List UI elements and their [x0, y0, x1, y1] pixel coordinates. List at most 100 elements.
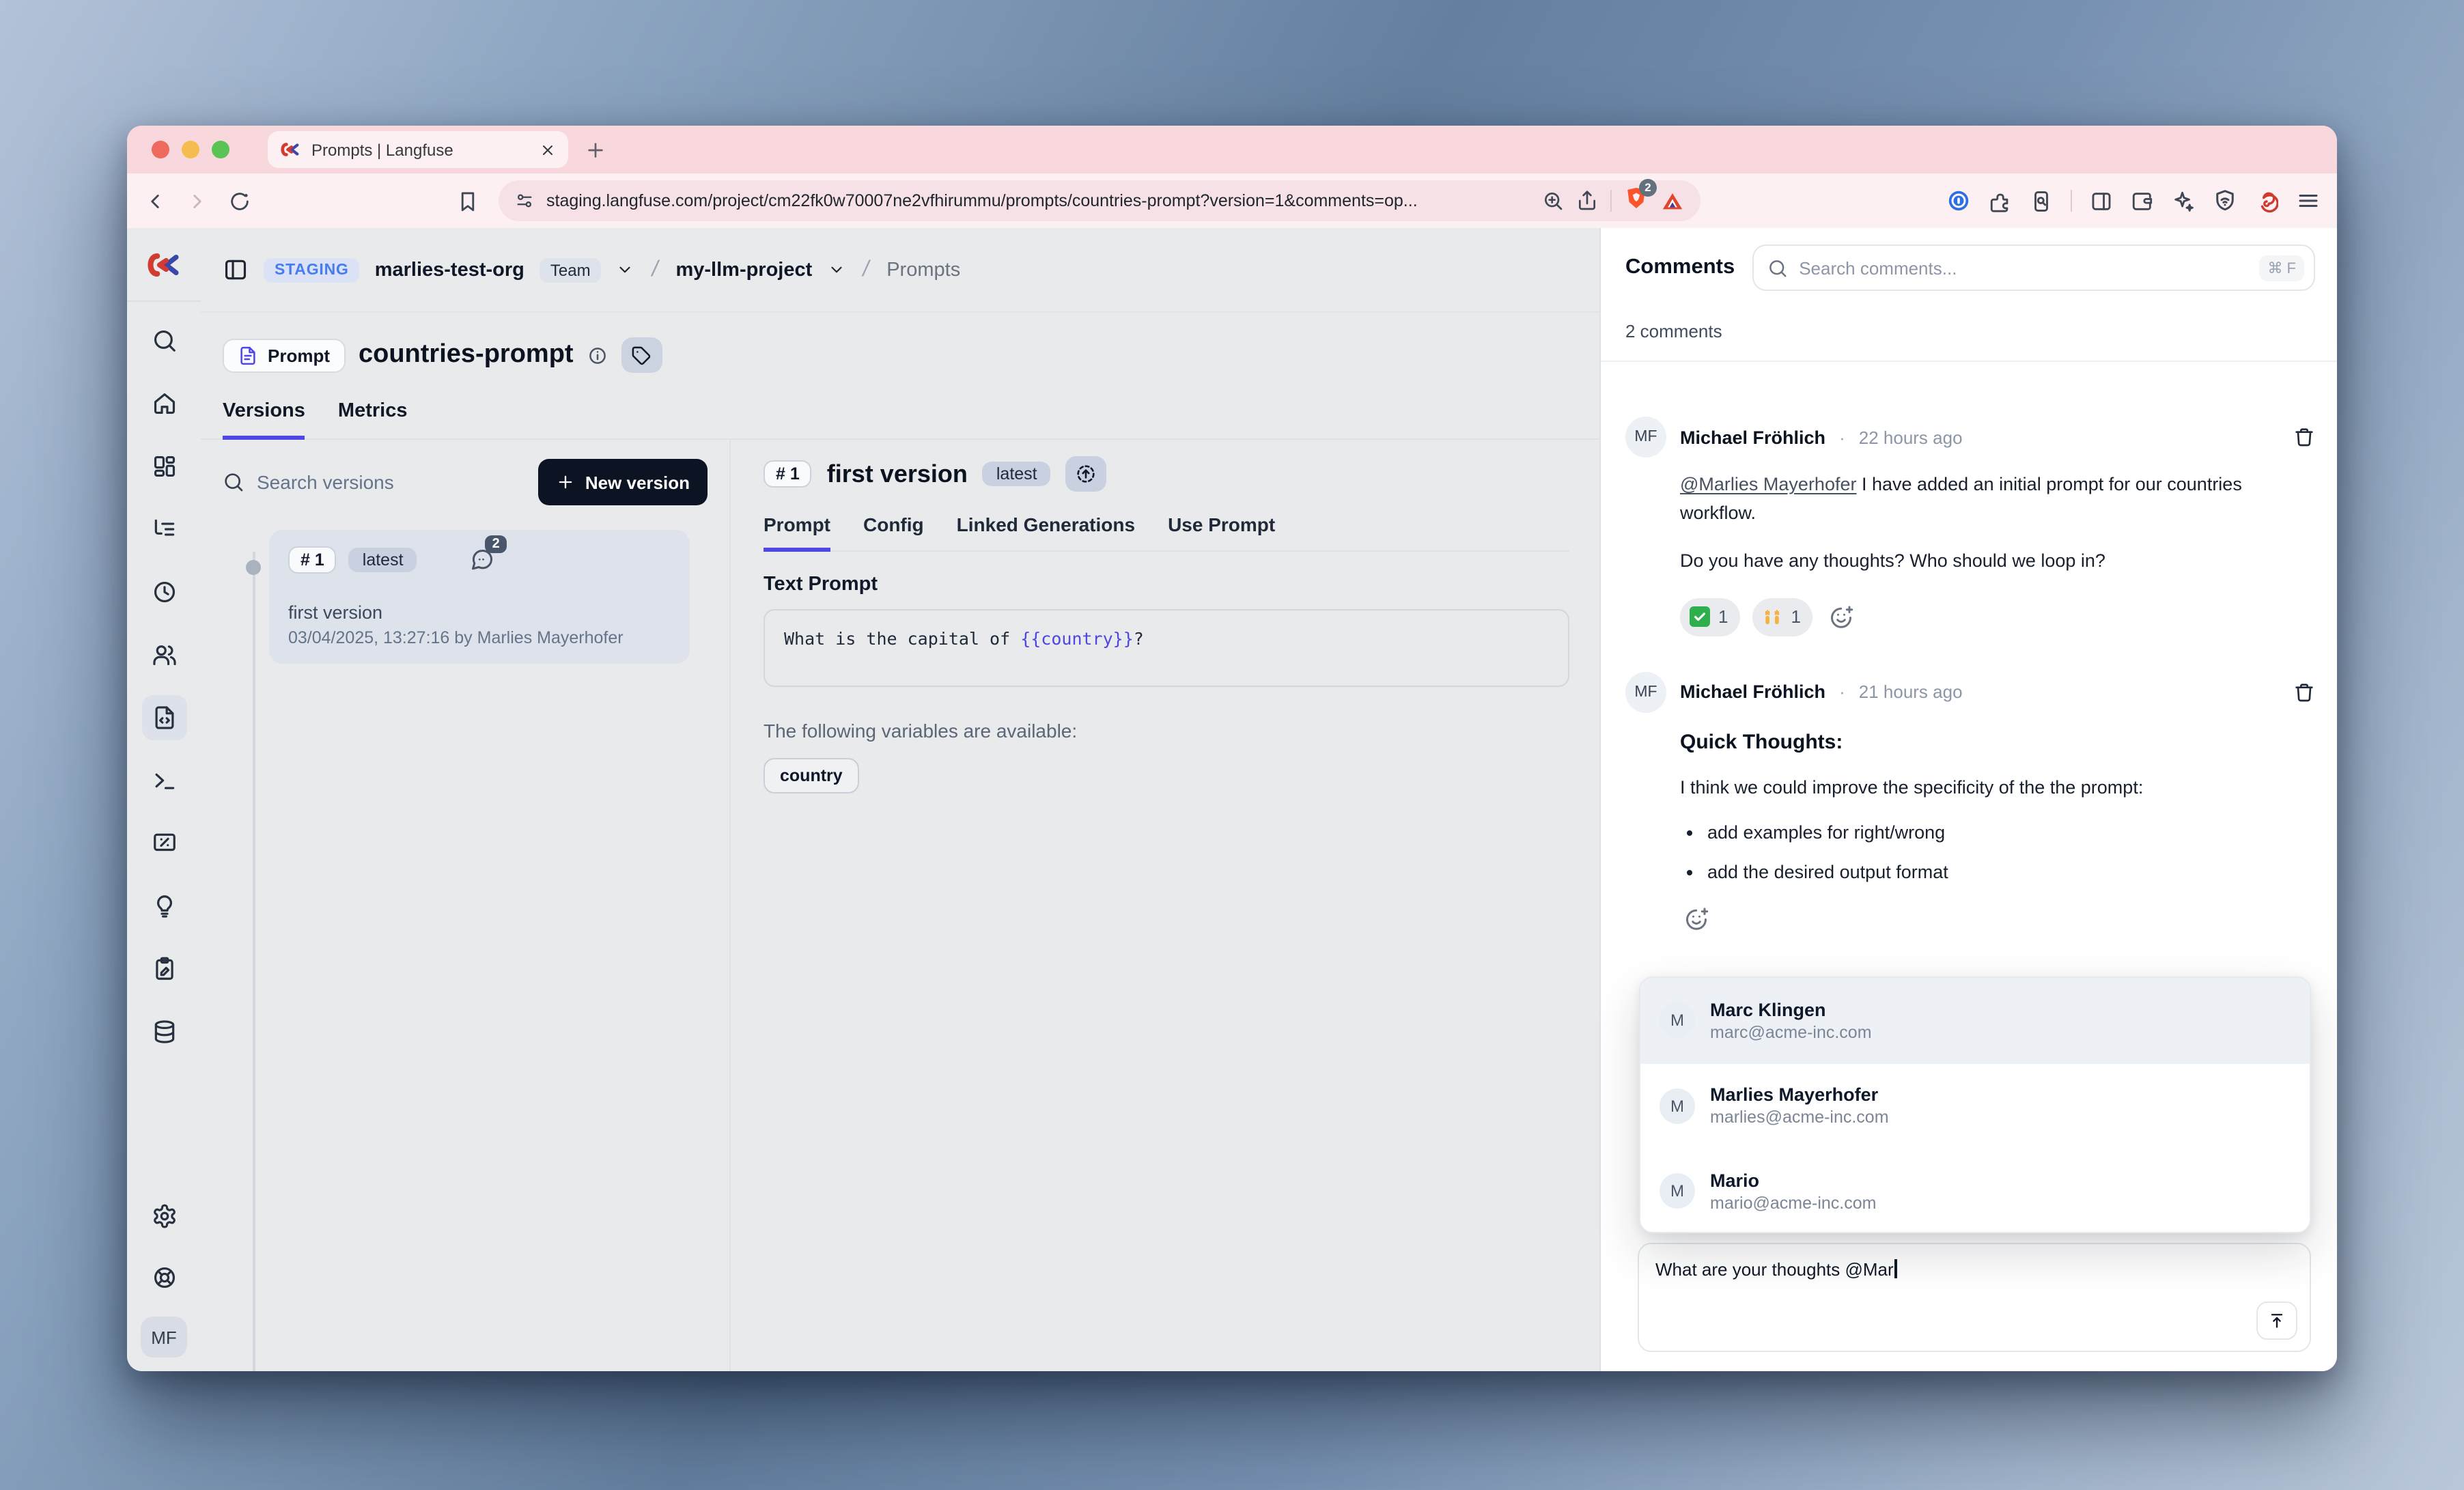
sidebar-item-support[interactable] — [141, 1255, 186, 1300]
sidebar-item-search[interactable] — [141, 318, 186, 363]
langfuse-logo[interactable] — [146, 228, 182, 300]
sidebar-item-tracing[interactable] — [141, 507, 186, 552]
mention-link[interactable]: @Marlies Mayerhofer — [1680, 474, 1857, 494]
search-icon — [223, 471, 244, 493]
prompt-text-suffix: ? — [1134, 628, 1144, 649]
detail-tabs: Prompt Config Linked Generations Use Pro… — [764, 514, 1569, 552]
tab-metrics[interactable]: Metrics — [338, 400, 408, 440]
reactions-row: 1 1 — [1680, 598, 2315, 636]
close-tab-icon[interactable] — [540, 141, 556, 158]
sidebar-item-datasets[interactable] — [141, 1009, 186, 1054]
prompt-text: What is the capital of — [784, 628, 1020, 649]
back-button[interactable] — [143, 189, 167, 212]
mention-option[interactable]: M Mario mario@acme-inc.com — [1640, 1149, 2310, 1233]
dashboard-icon — [151, 453, 177, 479]
close-window-button[interactable] — [152, 141, 169, 158]
leo-sparkles-icon[interactable] — [2172, 189, 2195, 212]
extensions-puzzle-icon[interactable] — [1989, 189, 2012, 212]
share-icon[interactable] — [1576, 190, 1598, 212]
reload-button[interactable] — [228, 189, 251, 212]
sidebar-item-settings[interactable] — [141, 1194, 186, 1239]
sidebar-item-annotation[interactable] — [141, 946, 186, 992]
reaction-raised-hands[interactable]: 1 — [1752, 598, 1812, 636]
tab-linked-generations[interactable]: Linked Generations — [957, 514, 1135, 552]
lightbulb-icon — [151, 893, 177, 919]
lifebuoy-icon — [151, 1265, 177, 1291]
browser-tab[interactable]: Prompts | Langfuse — [268, 131, 568, 168]
tab-versions[interactable]: Versions — [223, 400, 305, 440]
prompts-file-code-icon — [151, 705, 177, 731]
vpn-shield-icon[interactable] — [2213, 188, 2237, 213]
sidebar-item-home[interactable] — [141, 381, 186, 426]
tab-title: Prompts | Langfuse — [311, 140, 529, 159]
site-settings-icon[interactable] — [515, 191, 534, 210]
version-comments-indicator[interactable]: 2 — [471, 548, 495, 572]
chevron-down-icon[interactable] — [617, 261, 634, 279]
tab-prompt[interactable]: Prompt — [764, 514, 830, 552]
comment-input[interactable]: What are your thoughts @Mar — [1638, 1243, 2311, 1352]
sidebar-item-prompts[interactable] — [141, 695, 186, 740]
breadcrumb-section: Prompts — [886, 259, 960, 281]
mention-option[interactable]: M Marc Klingen marc@acme-inc.com — [1640, 978, 2310, 1063]
new-version-button[interactable]: New version — [539, 459, 708, 505]
new-tab-button[interactable] — [585, 139, 606, 160]
panel-toggle-icon[interactable] — [223, 257, 249, 283]
mention-name: Mario — [1710, 1170, 1877, 1191]
search-versions-input[interactable]: Search versions — [223, 471, 525, 493]
version-meta: 03/04/2025, 13:27:16 by Marlies Mayerhof… — [288, 628, 671, 647]
comment-time: 21 hours ago — [1859, 682, 1963, 703]
tag-button[interactable] — [621, 337, 662, 373]
recorder-swirl-icon[interactable] — [2255, 189, 2278, 212]
add-reaction-icon[interactable] — [1830, 605, 1854, 630]
sidebar-panel-icon[interactable] — [2090, 189, 2113, 212]
bookmark-icon[interactable] — [456, 189, 479, 212]
promote-version-button[interactable] — [1066, 456, 1107, 492]
minimize-window-button[interactable] — [182, 141, 199, 158]
delete-comment-icon[interactable] — [2293, 681, 2315, 703]
maximize-window-button[interactable] — [212, 141, 229, 158]
submit-comment-button[interactable] — [2256, 1302, 2297, 1340]
users-icon — [151, 642, 177, 668]
arrow-up-to-line-icon — [2267, 1311, 2286, 1330]
sidebar-item-users[interactable] — [141, 632, 186, 677]
extension-icons — [1946, 188, 2321, 213]
info-icon[interactable] — [587, 345, 608, 365]
version-name: first version — [288, 602, 671, 623]
breadcrumb-org[interactable]: marlies-test-org — [375, 259, 524, 281]
sidebar-item-dashboards[interactable] — [141, 444, 186, 489]
prompt-title-row: Prompt countries-prompt — [201, 313, 1599, 373]
tab-config[interactable]: Config — [863, 514, 924, 552]
database-icon — [151, 1019, 177, 1045]
sidebar-item-scores[interactable] — [141, 821, 186, 866]
avatar: MF — [1625, 417, 1666, 458]
breadcrumb-project[interactable]: my-llm-project — [675, 259, 812, 281]
brave-shield-icon[interactable]: 2 — [1624, 185, 1649, 216]
sidebar-item-sessions[interactable] — [141, 570, 186, 615]
sidebar-item-evaluation[interactable] — [141, 884, 186, 929]
new-version-label: New version — [585, 472, 690, 492]
sidebar-item-playground[interactable] — [141, 758, 186, 803]
forward-button[interactable] — [186, 189, 209, 212]
chevron-down-icon[interactable] — [827, 261, 845, 279]
wallet-icon[interactable] — [2131, 189, 2154, 212]
version-card[interactable]: # 1 latest 2 first version 03/04/2025, 1… — [269, 530, 690, 664]
url-bar[interactable]: staging.langfuse.com/project/cm22fk0w700… — [499, 180, 1700, 221]
comments-panel: Comments Search comments... ⌘ F 2 commen… — [1599, 228, 2337, 1371]
search-comments-input[interactable]: Search comments... ⌘ F — [1752, 244, 2315, 291]
bat-triangle-icon[interactable] — [1661, 189, 1684, 212]
user-avatar[interactable]: MF — [141, 1317, 187, 1358]
reaction-check[interactable]: 1 — [1680, 598, 1740, 636]
add-reaction-icon[interactable] — [1684, 907, 1709, 931]
comment-time: 22 hours ago — [1859, 427, 1963, 447]
onepassword-icon[interactable] — [1946, 188, 1971, 213]
url-text: staging.langfuse.com/project/cm22fk0w700… — [546, 191, 1418, 210]
langfuse-favicon — [280, 139, 300, 160]
tab-use-prompt[interactable]: Use Prompt — [1168, 514, 1275, 552]
zoom-in-icon[interactable] — [1542, 190, 1564, 212]
menu-hamburger-icon[interactable] — [2296, 188, 2321, 213]
mention-option[interactable]: M Marlies Mayerhofer marlies@acme-inc.co… — [1640, 1063, 2310, 1149]
delete-comment-icon[interactable] — [2293, 426, 2315, 448]
reader-phone-icon[interactable] — [2030, 189, 2053, 212]
reaction-count: 1 — [1791, 604, 1800, 631]
breadcrumb-separator: / — [649, 257, 661, 282]
